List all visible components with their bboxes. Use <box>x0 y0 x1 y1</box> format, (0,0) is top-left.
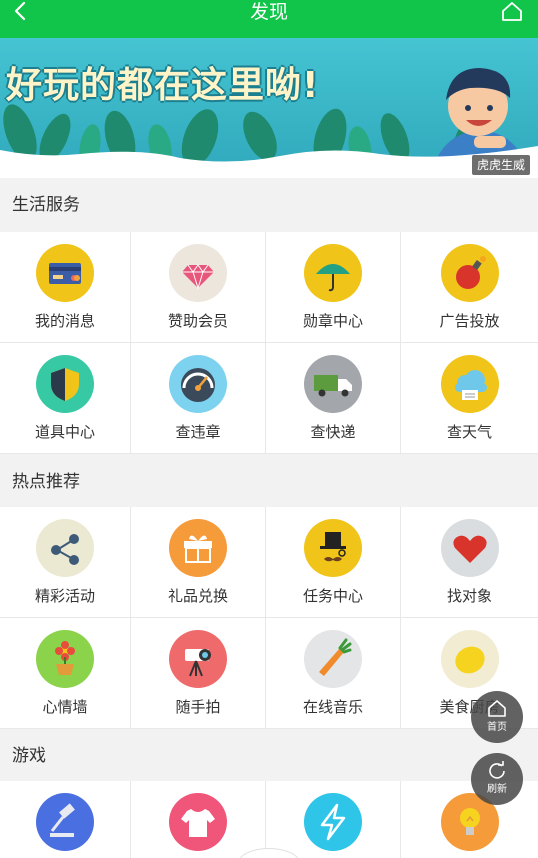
flower-icon <box>36 630 94 688</box>
diamond-icon <box>169 244 227 302</box>
hot-recommend-grid: 精彩活动 礼品兑换 任务中心 找对象 心情墙 随手拍 在线音乐 美食厨房 <box>0 507 538 729</box>
grid-item-medals[interactable]: 勋章中心 <box>266 232 401 343</box>
credit-card-icon <box>36 244 94 302</box>
home-icon <box>488 700 506 717</box>
grid-item-label: 我的消息 <box>34 312 95 330</box>
grid-item-label: 查违章 <box>175 423 221 441</box>
grid-item-gifts[interactable]: 礼品兑换 <box>131 507 266 618</box>
banner-credit: 虎虎生威 <box>471 155 530 175</box>
lightning-icon <box>304 793 362 851</box>
grid-item-tasks[interactable]: 任务中心 <box>266 507 401 618</box>
grid-item-music[interactable]: 在线音乐 <box>266 618 401 729</box>
camera-icon <box>169 630 227 688</box>
banner-slogan: 好玩的都在这里呦! <box>6 65 320 106</box>
grid-item-label: 精彩活动 <box>34 587 95 605</box>
grid-item-snapshot[interactable]: 随手拍 <box>131 618 266 729</box>
grid-item-express[interactable]: 查快递 <box>266 343 401 454</box>
page-title: 发现 <box>249 1 288 23</box>
floating-refresh-label: 刷新 <box>487 784 507 795</box>
grid-item-label: 礼品兑换 <box>167 587 228 605</box>
gift-icon <box>169 519 227 577</box>
floating-home-button[interactable]: 首页 <box>471 691 523 743</box>
grid-item-label: 找对象 <box>446 587 492 605</box>
grid-item-game-3[interactable] <box>266 781 401 858</box>
lemon-icon <box>440 630 499 688</box>
bomb-icon <box>440 244 499 302</box>
floating-refresh-button[interactable]: 刷新 <box>471 753 523 805</box>
promo-banner[interactable]: 好玩的都在这里呦! 虎虎生威 <box>0 38 538 178</box>
tshirt-icon <box>169 793 227 851</box>
gavel-icon <box>36 793 94 851</box>
section-title-games: 游戏 <box>0 729 538 783</box>
umbrella-icon <box>304 244 362 302</box>
floating-home-label: 首页 <box>487 722 507 733</box>
section-title-life: 生活服务 <box>0 178 538 232</box>
grid-item-events[interactable]: 精彩活动 <box>0 507 131 618</box>
grid-item-label: 广告投放 <box>439 312 500 330</box>
grid-item-ads[interactable]: 广告投放 <box>401 232 538 343</box>
share-icon <box>36 519 94 577</box>
grid-item-label: 心情墙 <box>42 698 88 716</box>
top-bar: 发现 <box>0 0 538 38</box>
cloud-icon <box>440 355 499 413</box>
home-icon <box>502 2 522 21</box>
grid-item-label: 赞助会员 <box>167 312 228 330</box>
grid-item-label: 查天气 <box>446 423 492 441</box>
section-title-hot: 热点推荐 <box>0 455 538 509</box>
grid-item-label: 道具中心 <box>34 423 95 441</box>
refresh-icon <box>489 761 505 779</box>
grid-item-mood-wall[interactable]: 心情墙 <box>0 618 131 729</box>
games-grid <box>0 781 538 858</box>
carrot-icon <box>304 630 362 688</box>
grid-item-label: 查快递 <box>310 423 356 441</box>
grid-item-label: 勋章中心 <box>302 312 363 330</box>
grid-item-label: 随手拍 <box>175 698 221 716</box>
grid-item-messages[interactable]: 我的消息 <box>0 232 131 343</box>
gentleman-icon <box>304 519 362 577</box>
grid-item-game-2[interactable] <box>131 781 266 858</box>
grid-item-label: 在线音乐 <box>302 698 363 716</box>
truck-icon <box>304 355 362 413</box>
grid-item-label: 任务中心 <box>302 587 363 605</box>
grid-item-game-1[interactable] <box>0 781 131 858</box>
grid-item-sponsor-member[interactable]: 赞助会员 <box>131 232 266 343</box>
life-services-grid: 我的消息 赞助会员 勋章中心 广告投放 道具中心 查违章 查快递 查天气 <box>0 232 538 454</box>
grid-item-weather[interactable]: 查天气 <box>401 343 538 454</box>
heart-icon <box>440 519 499 577</box>
shield-icon <box>36 355 94 413</box>
speedometer-icon <box>169 355 227 413</box>
home-button[interactable] <box>500 0 526 26</box>
grid-item-dating[interactable]: 找对象 <box>401 507 538 618</box>
grid-item-traffic-violation[interactable]: 查违章 <box>131 343 266 454</box>
grid-item-props[interactable]: 道具中心 <box>0 343 131 454</box>
